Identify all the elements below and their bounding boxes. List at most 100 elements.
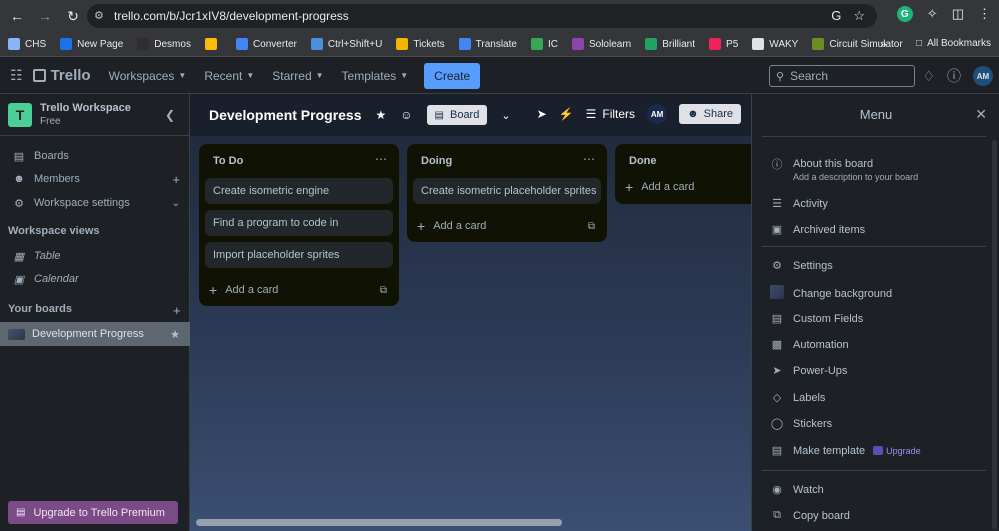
create-button[interactable]: Create	[424, 62, 481, 89]
chrome-menu-icon[interactable]: ⋮	[978, 6, 991, 22]
add-card-button[interactable]: + Add a card ⧉	[199, 274, 399, 306]
collapse-sidebar-icon[interactable]: ❮	[165, 108, 175, 122]
reload-icon[interactable]: ↻	[62, 5, 84, 27]
menu-item-power-ups[interactable]: ➤ Power-Ups	[770, 364, 847, 378]
share-button[interactable]: ☻ Share	[679, 104, 741, 124]
menu-item-about[interactable]: ⓘ About this board	[770, 156, 874, 172]
site-info-icon[interactable]: ⚙	[94, 9, 108, 23]
all-bookmarks-button[interactable]: □ All Bookmarks	[916, 38, 991, 49]
list-menu-icon[interactable]: ⋯	[375, 152, 387, 166]
board-horizontal-scrollbar[interactable]	[196, 519, 562, 526]
board-view-button[interactable]: ▤ Board	[426, 105, 488, 125]
bookmark-item[interactable]: Translate	[458, 38, 517, 50]
bookmark-label: Sololearn	[588, 38, 632, 50]
bookmark-item[interactable]: Converter	[235, 38, 297, 50]
menu-item-labels[interactable]: ◇ Labels	[770, 391, 826, 405]
bookmark-item[interactable]: Desmos	[137, 38, 191, 50]
bookmark-item[interactable]: Tickets	[396, 38, 445, 50]
bookmark-star-icon[interactable]: ☆	[853, 8, 865, 24]
workspace-name[interactable]: Trello Workspace	[40, 102, 131, 114]
app-switcher-icon[interactable]: ☷	[10, 67, 23, 84]
menu-item-settings[interactable]: ⚙ Settings	[770, 259, 833, 273]
card-template-icon[interactable]: ⧉	[588, 221, 595, 232]
list-to-do: To Do ⋯ Create isometric engine Find a p…	[199, 144, 399, 306]
nav-starred[interactable]: Starred ▼	[272, 69, 323, 83]
view-switcher-chevron-icon[interactable]: ⌄	[501, 109, 510, 122]
premium-icon: ▤	[16, 507, 26, 518]
sidebar-item-calendar[interactable]: ▣ Calendar	[0, 267, 190, 291]
list-menu-icon[interactable]: ⋯	[583, 152, 595, 166]
menu-item-archived[interactable]: ▣ Archived items	[770, 223, 865, 237]
search-input[interactable]	[790, 69, 901, 83]
user-avatar[interactable]: AM	[973, 66, 993, 86]
bookmark-item[interactable]	[204, 38, 222, 50]
menu-item-change-background[interactable]: Change background	[770, 285, 892, 302]
star-icon[interactable]: ★	[170, 328, 180, 341]
add-member-icon[interactable]: +	[172, 172, 180, 187]
bookmark-favicon-icon	[571, 38, 584, 50]
menu-item-custom-fields[interactable]: ▤ Custom Fields	[770, 312, 864, 326]
add-card-button[interactable]: + Add a card ⧉	[407, 210, 607, 242]
automation-icon[interactable]: ⚡	[559, 107, 574, 121]
url-text[interactable]: trello.com/b/Jcr1xIV8/development-progre…	[114, 9, 349, 23]
card[interactable]: Find a program to code in	[205, 210, 393, 236]
address-bar[interactable]: ⚙ trello.com/b/Jcr1xIV8/development-prog…	[87, 4, 877, 28]
card-template-icon[interactable]: ⧉	[380, 285, 387, 296]
board-member-avatar[interactable]: AM	[647, 104, 668, 124]
sidebar-board-development-progress[interactable]: Development Progress ★	[0, 322, 190, 346]
bookmark-label: P5	[726, 38, 739, 50]
bookmark-item[interactable]: New Page	[60, 38, 123, 50]
nav-workspaces[interactable]: Workspaces ▼	[109, 69, 187, 83]
upgrade-premium-button[interactable]: ▤ Upgrade to Trello Premium	[8, 501, 178, 524]
forward-icon[interactable]: →	[34, 5, 56, 27]
menu-item-watch[interactable]: ◉ Watch	[770, 483, 824, 497]
card[interactable]: Import placeholder sprites	[205, 242, 393, 268]
power-ups-icon[interactable]: ➤	[537, 107, 547, 121]
add-board-icon[interactable]: +	[173, 303, 181, 318]
bookmark-item[interactable]: Ctrl+Shift+U	[310, 38, 382, 50]
sidebar-item-members[interactable]: ☻ Members +	[0, 167, 190, 191]
notifications-icon[interactable]: ♢	[922, 68, 935, 85]
sidebar-item-boards[interactable]: ▤ Boards	[0, 144, 190, 168]
star-board-icon[interactable]: ★	[376, 108, 387, 122]
google-lens-icon[interactable]: G	[831, 8, 841, 24]
trello-logo[interactable]: Trello	[32, 67, 91, 84]
help-icon[interactable]: ⓘ	[947, 66, 961, 86]
bookmark-item[interactable]: Sololearn	[571, 38, 632, 50]
extensions-icon[interactable]: ✧	[927, 6, 938, 22]
menu-scrollbar[interactable]	[992, 140, 997, 530]
bookmark-item[interactable]: P5	[709, 38, 738, 50]
filters-button[interactable]: ☰ Filters	[586, 107, 635, 121]
menu-item-make-template[interactable]: ▤ Make template Upgrade	[770, 444, 921, 458]
menu-title: Menu	[859, 107, 893, 122]
card[interactable]: Create isometric placeholder sprites	[413, 178, 601, 204]
add-card-button[interactable]: + Add a card	[615, 176, 751, 204]
upgrade-badge[interactable]: Upgrade	[873, 446, 921, 456]
grammarly-extension-icon[interactable]: G	[896, 6, 913, 22]
board-title[interactable]: Development Progress	[209, 107, 362, 123]
visibility-icon[interactable]: ☺	[400, 108, 412, 122]
sidebar-item-workspace-settings[interactable]: ⚙ Workspace settings ⌄	[0, 191, 190, 215]
menu-item-activity[interactable]: ☰ Activity	[770, 197, 828, 211]
card[interactable]: Create isometric engine	[205, 178, 393, 204]
list-title[interactable]: To Do	[199, 144, 399, 178]
list-title[interactable]: Done	[615, 144, 751, 178]
menu-item-automation[interactable]: ▩ Automation	[770, 338, 849, 352]
list-title[interactable]: Doing	[407, 144, 607, 178]
bookmark-item[interactable]: WAKY	[752, 38, 798, 50]
close-icon[interactable]: ✕	[975, 106, 987, 123]
bookmark-item[interactable]: IC	[530, 38, 558, 50]
bookmark-item[interactable]: CHS	[8, 38, 46, 50]
back-icon[interactable]: ←	[6, 5, 28, 27]
more-bookmarks-icon[interactable]: »	[880, 37, 887, 51]
sidebar-item-table[interactable]: ▦ Table	[0, 244, 190, 268]
side-panel-icon[interactable]: ◫	[952, 6, 964, 22]
bookmark-item[interactable]: Circuit Simulator	[812, 38, 903, 50]
menu-item-copy-board[interactable]: ⧉ Copy board	[770, 509, 850, 522]
menu-item-stickers[interactable]: ◯ Stickers	[770, 417, 832, 431]
bookmark-item[interactable]: Brilliant	[645, 38, 695, 50]
search-box[interactable]: ⚲	[769, 65, 915, 87]
nav-templates[interactable]: Templates ▼	[342, 69, 409, 83]
nav-recent[interactable]: Recent ▼	[204, 69, 254, 83]
chevron-down-icon[interactable]: ⌄	[172, 198, 180, 209]
